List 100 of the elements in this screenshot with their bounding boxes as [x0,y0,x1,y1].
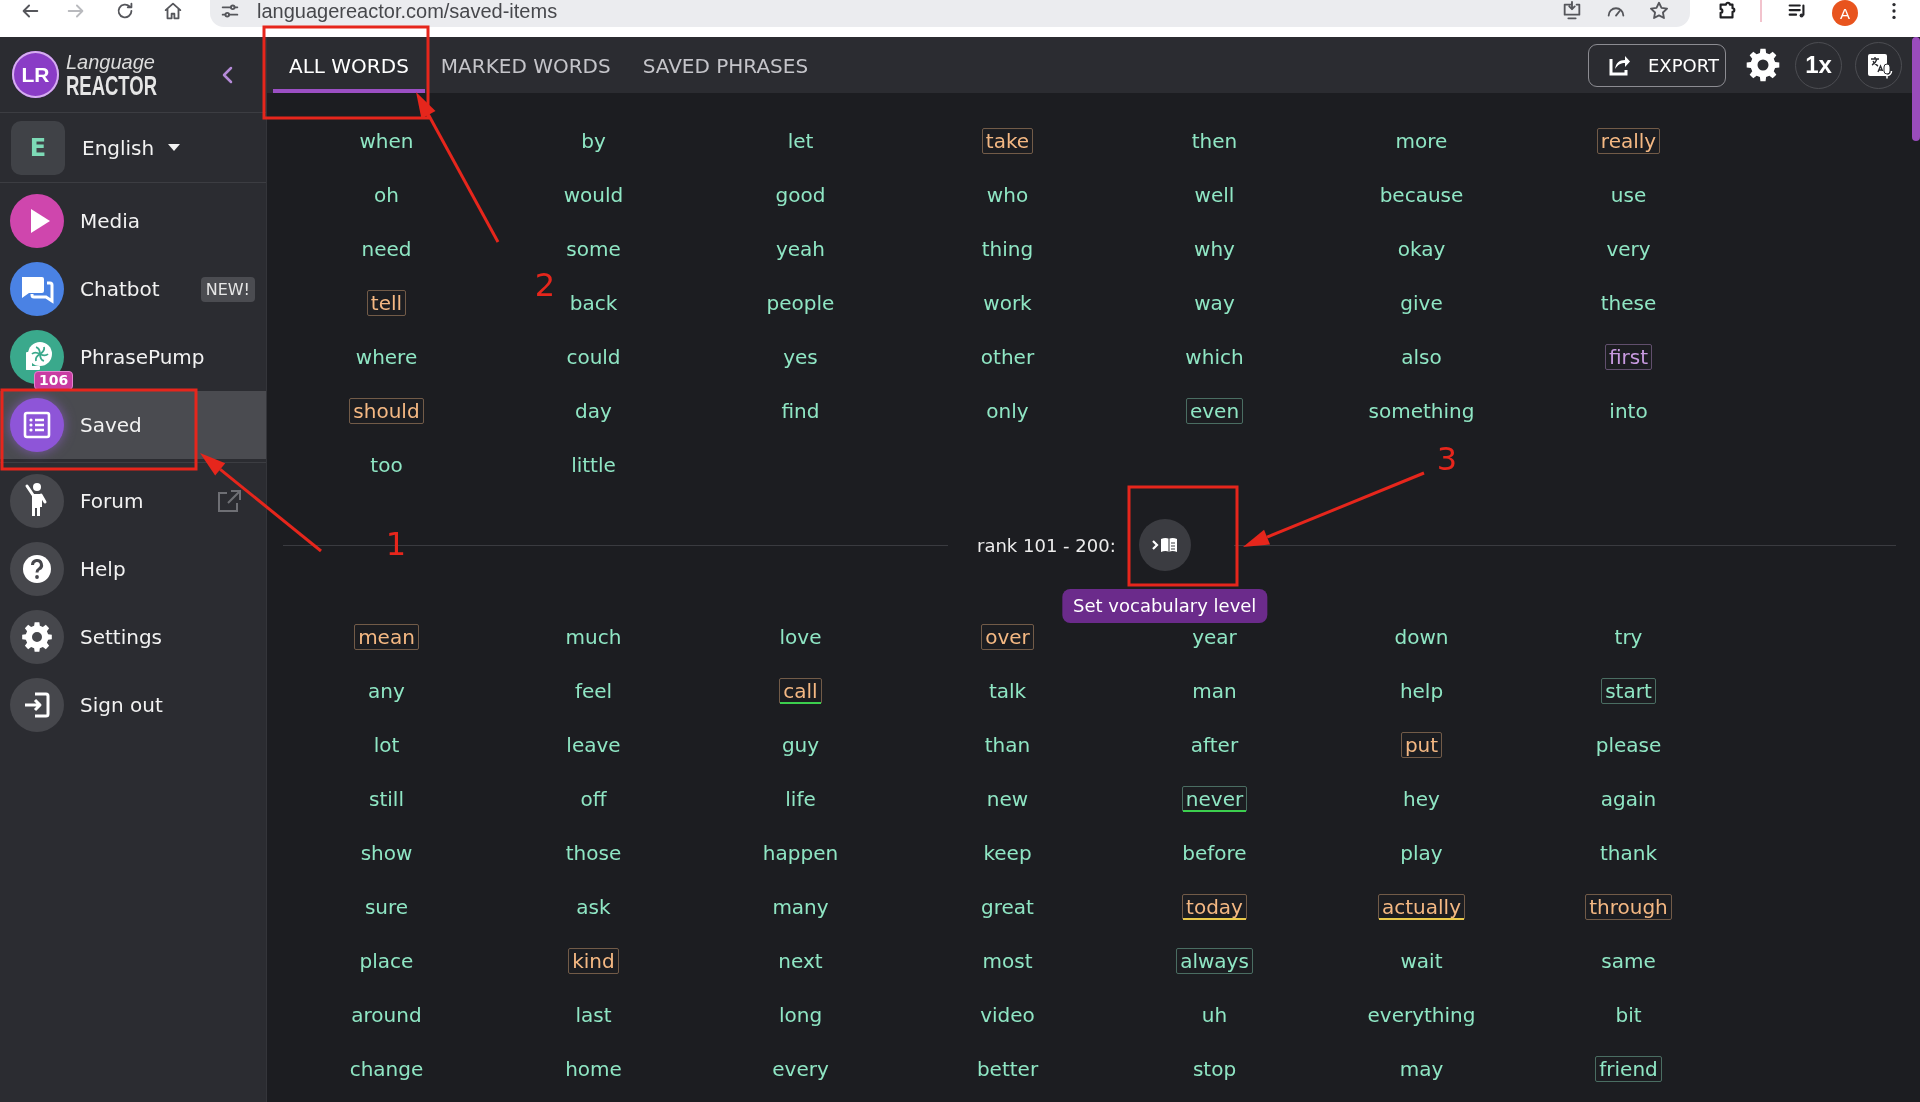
word[interactable]: never [1181,786,1248,812]
word[interactable]: better [972,1056,1043,1082]
word[interactable]: lot [369,732,404,758]
word[interactable]: back [565,290,622,316]
word[interactable]: wait [1396,948,1447,974]
word[interactable]: great [977,894,1038,920]
word[interactable]: who [982,182,1033,208]
word[interactable]: these [1596,290,1661,316]
word[interactable]: other [976,344,1039,370]
word[interactable]: use [1606,182,1651,208]
scrollbar-thumb[interactable] [1912,37,1920,141]
word[interactable]: than [980,732,1035,758]
word[interactable]: good [771,182,830,208]
word[interactable]: most [978,948,1037,974]
word[interactable]: would [559,182,628,208]
home-icon[interactable] [162,0,184,22]
word[interactable]: thing [977,236,1038,262]
word[interactable]: because [1375,182,1468,208]
sidebar-item[interactable]: Saved [0,391,266,459]
sidebar-item[interactable]: Sign out [0,671,266,739]
word[interactable]: tell [366,290,407,316]
word[interactable]: start [1601,678,1656,704]
word[interactable]: may [1395,1056,1448,1082]
word[interactable]: oh [370,182,403,208]
word[interactable]: year [1188,624,1241,650]
sidebar-item[interactable]: Media [0,187,266,255]
word[interactable]: everything [1363,1002,1480,1028]
word[interactable]: very [1602,236,1655,262]
word[interactable]: through [1585,894,1672,920]
word[interactable]: play [1396,840,1447,866]
word[interactable]: kind [568,948,619,974]
word[interactable]: new [982,786,1033,812]
word[interactable]: leave [562,732,625,758]
word[interactable]: more [1391,128,1452,154]
logo[interactable]: LR [12,51,59,98]
word[interactable]: thank [1596,840,1661,866]
word[interactable]: video [976,1002,1039,1028]
word[interactable]: something [1364,398,1479,424]
word[interactable]: okay [1393,236,1450,262]
word[interactable]: first [1604,344,1653,370]
word[interactable]: into [1605,398,1652,424]
word[interactable]: bit [1611,1002,1646,1028]
word[interactable]: hey [1399,786,1444,812]
word[interactable]: home [561,1056,626,1082]
word[interactable]: any [364,678,409,704]
word[interactable]: same [1597,948,1660,974]
word[interactable]: yeah [771,236,830,262]
word[interactable]: over [981,624,1034,650]
word[interactable]: feel [570,678,617,704]
sidebar-item[interactable]: Settings [0,603,266,671]
word[interactable]: could [562,344,625,370]
word[interactable]: love [775,624,826,650]
sidebar-item[interactable]: Help [0,535,266,603]
tab[interactable]: SAVED PHRASES [626,37,825,93]
language-selector[interactable]: E English [11,120,181,175]
word[interactable]: down [1390,624,1453,650]
word[interactable]: last [571,1002,616,1028]
word[interactable]: help [1395,678,1448,704]
word[interactable]: after [1186,732,1243,758]
word[interactable]: well [1190,182,1239,208]
word[interactable]: when [355,128,418,154]
word[interactable]: some [562,236,625,262]
profile-avatar[interactable]: A [1832,0,1858,26]
word[interactable]: way [1190,290,1239,316]
word[interactable]: guy [777,732,824,758]
word[interactable]: really [1596,128,1661,154]
word[interactable]: those [561,840,626,866]
tab[interactable]: MARKED WORDS [424,37,627,93]
word[interactable]: try [1610,624,1647,650]
word[interactable]: next [774,948,827,974]
settings-icon[interactable] [1746,48,1780,82]
sidebar-item[interactable]: 106 PhrasePump [0,323,266,391]
word[interactable]: much [561,624,626,650]
sidebar-item[interactable]: Chatbot NEW! [0,255,266,323]
word[interactable]: people [762,290,839,316]
word[interactable]: which [1181,344,1248,370]
word[interactable]: many [768,894,833,920]
word[interactable]: long [774,1002,827,1028]
word[interactable]: should [349,398,424,424]
chevron-left-icon[interactable] [221,64,235,85]
word[interactable]: off [576,786,611,812]
word[interactable]: need [357,236,416,262]
word[interactable]: keep [979,840,1036,866]
word[interactable]: talk [984,678,1031,704]
word[interactable]: take [981,128,1034,154]
word[interactable]: today [1182,894,1247,920]
address-bar[interactable]: languagereactor.com/saved-items [210,0,1690,27]
export-button[interactable]: EXPORT [1588,43,1726,87]
word[interactable]: around [347,1002,426,1028]
word[interactable]: ask [572,894,615,920]
word[interactable]: again [1596,786,1661,812]
word[interactable]: let [783,128,818,154]
word[interactable]: work [979,290,1036,316]
word[interactable]: please [1591,732,1666,758]
word[interactable]: uh [1197,1002,1232,1028]
external-link-icon[interactable] [216,489,242,513]
word[interactable]: man [1188,678,1241,704]
word[interactable]: give [1396,290,1447,316]
word[interactable]: even [1185,398,1244,424]
word[interactable]: friend [1595,1056,1662,1082]
